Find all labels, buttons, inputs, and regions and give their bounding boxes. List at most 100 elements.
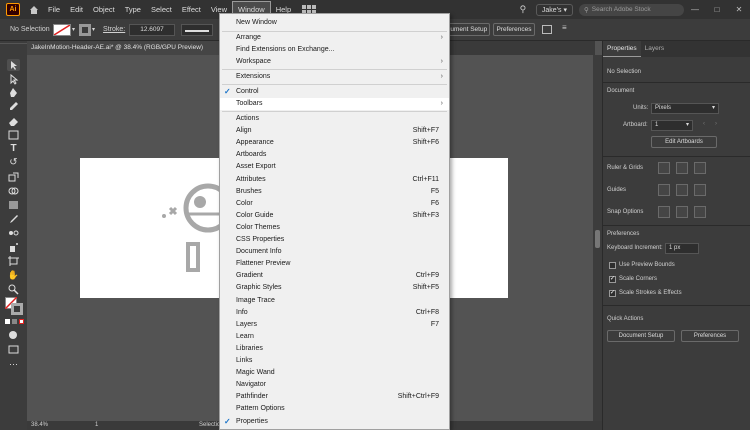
home-icon[interactable]: [25, 5, 43, 15]
menu-item-new-window[interactable]: New Window: [220, 17, 449, 29]
maximize-icon[interactable]: □: [706, 5, 728, 14]
brush-tool-icon[interactable]: [7, 101, 20, 113]
panel-document-setup-button[interactable]: Document Setup: [607, 330, 675, 342]
variable-width-profile[interactable]: [181, 23, 214, 36]
stroke-dropdown-icon[interactable]: ▾: [92, 26, 95, 33]
blend-tool-icon[interactable]: [7, 227, 20, 239]
menu-item-libraries[interactable]: Libraries: [220, 343, 449, 355]
eyedropper-tool-icon[interactable]: [7, 213, 20, 225]
menu-item-extensions[interactable]: Extensions ›: [220, 71, 449, 83]
draw-mode-icon[interactable]: [7, 329, 20, 341]
show-guides-icon[interactable]: [658, 184, 670, 196]
grid-icon[interactable]: [676, 162, 688, 174]
scale-tool-icon[interactable]: [7, 171, 20, 183]
hand-tool-icon[interactable]: ✋: [7, 269, 20, 281]
snap-to-pixel-icon[interactable]: [694, 206, 706, 218]
next-artboard-icon[interactable]: ›: [715, 121, 717, 127]
menu-item-links[interactable]: Links: [220, 355, 449, 367]
control-more-icon[interactable]: ≡: [562, 23, 567, 32]
stock-search-input[interactable]: ⚲ Search Adobe Stock: [579, 3, 684, 16]
direct-selection-tool-icon[interactable]: [7, 73, 20, 85]
vertical-scrollbar[interactable]: [593, 55, 602, 421]
color-mode-icons[interactable]: [5, 319, 24, 324]
symbol-sprayer-tool-icon[interactable]: [7, 241, 20, 253]
menu-item-workspace[interactable]: Workspace ›: [220, 56, 449, 68]
preferences-button[interactable]: Preferences: [493, 23, 535, 36]
pen-tool-icon[interactable]: [7, 87, 20, 99]
menu-edit[interactable]: Edit: [65, 0, 88, 19]
menu-item-info[interactable]: Info Ctrl+F8: [220, 307, 449, 319]
rectangle-tool-icon[interactable]: [7, 129, 20, 141]
menu-item-pattern-options[interactable]: Pattern Options: [220, 403, 449, 415]
menu-select[interactable]: Select: [146, 0, 177, 19]
use-preview-bounds-checkbox[interactable]: [609, 262, 616, 269]
menu-item-brushes[interactable]: Brushes F5: [220, 186, 449, 198]
menu-item-pathfinder[interactable]: Pathfinder Shift+Ctrl+F9: [220, 391, 449, 403]
menu-effect[interactable]: Effect: [177, 0, 206, 19]
document-tab[interactable]: JakeInMotion-Header-AE.ai* @ 38.4% (RGB/…: [27, 41, 220, 55]
menu-item-arrange[interactable]: Arrange ›: [220, 32, 449, 44]
stroke-indicator-icon[interactable]: [11, 303, 23, 315]
gradient-tool-icon[interactable]: [7, 199, 20, 211]
snap-to-point-icon[interactable]: [658, 206, 670, 218]
zoom-level[interactable]: 38.4%: [31, 422, 48, 428]
menu-item-color[interactable]: Color F6: [220, 198, 449, 210]
menu-item-css-properties[interactable]: CSS Properties: [220, 234, 449, 246]
menu-item-appearance[interactable]: Appearance Shift+F6: [220, 137, 449, 149]
previous-artboard-icon[interactable]: ‹: [703, 121, 705, 127]
menu-item-color-themes[interactable]: Color Themes: [220, 222, 449, 234]
smart-guides-icon[interactable]: [694, 184, 706, 196]
menu-file[interactable]: File: [43, 0, 65, 19]
keyboard-increment-input[interactable]: 1 px: [665, 243, 699, 254]
edit-artboards-button[interactable]: Edit Artboards: [651, 136, 717, 148]
menu-item-actions[interactable]: Actions: [220, 113, 449, 125]
menu-item-navigator[interactable]: Navigator: [220, 379, 449, 391]
scale-strokes-checkbox[interactable]: ✓: [609, 290, 616, 297]
artboard-tool-icon[interactable]: [7, 255, 20, 267]
menu-item-learn[interactable]: Learn: [220, 331, 449, 343]
edit-toolbar-icon[interactable]: ⋯: [7, 359, 20, 371]
menu-item-magic-wand[interactable]: Magic Wand: [220, 367, 449, 379]
screen-mode-icon[interactable]: [7, 343, 20, 355]
scale-corners-checkbox[interactable]: ✓: [609, 276, 616, 283]
menu-type[interactable]: Type: [120, 0, 146, 19]
menu-item-attributes[interactable]: Attributes Ctrl+F11: [220, 174, 449, 186]
lock-guides-icon[interactable]: [676, 184, 688, 196]
arrange-documents-icon[interactable]: [542, 25, 552, 34]
menu-item-properties[interactable]: ✓ Properties: [220, 416, 449, 428]
rulers-icon[interactable]: [658, 162, 670, 174]
stroke-swatch[interactable]: [79, 23, 92, 36]
menu-item-asset-export[interactable]: Asset Export: [220, 161, 449, 173]
menu-item-find-extensions[interactable]: Find Extensions on Exchange...: [220, 44, 449, 56]
stroke-weight-input[interactable]: 12.6097: [129, 23, 176, 36]
menu-item-control[interactable]: ✓ Control: [220, 86, 449, 98]
menu-item-document-info[interactable]: Document Info: [220, 246, 449, 258]
menu-item-artboards[interactable]: Artboards: [220, 149, 449, 161]
menu-object[interactable]: Object: [88, 0, 120, 19]
account-dropdown[interactable]: Jake's ▾: [535, 3, 573, 16]
eraser-tool-icon[interactable]: [7, 115, 20, 127]
menu-item-toolbars[interactable]: Toolbars ›: [220, 98, 449, 110]
menu-item-flattener-preview[interactable]: Flattener Preview: [220, 258, 449, 270]
lightbulb-icon[interactable]: ⚲: [516, 4, 530, 15]
toolbar-grip[interactable]: [0, 43, 27, 47]
close-icon[interactable]: ✕: [728, 5, 750, 14]
scrollbar-thumb[interactable]: [595, 230, 600, 248]
transparency-grid-icon[interactable]: [694, 162, 706, 174]
tab-properties[interactable]: Properties: [603, 41, 641, 57]
fill-swatch[interactable]: [53, 23, 71, 36]
type-tool-icon[interactable]: T: [7, 143, 20, 155]
selection-tool-icon[interactable]: [7, 59, 20, 71]
menu-item-image-trace[interactable]: Image Trace: [220, 295, 449, 307]
fill-stroke-indicator[interactable]: [5, 297, 23, 315]
menu-item-graphic-styles[interactable]: Graphic Styles Shift+F5: [220, 282, 449, 294]
snap-to-grid-icon[interactable]: [676, 206, 688, 218]
menu-item-gradient[interactable]: Gradient Ctrl+F9: [220, 270, 449, 282]
panel-preferences-button[interactable]: Preferences: [681, 330, 739, 342]
rotate-tool-icon[interactable]: ↺: [7, 157, 20, 169]
tab-layers[interactable]: Layers: [641, 41, 669, 57]
zoom-tool-icon[interactable]: [7, 283, 20, 295]
menu-item-align[interactable]: Align Shift+F7: [220, 125, 449, 137]
artboard-select[interactable]: 1 ▾: [651, 120, 693, 131]
units-select[interactable]: Pixels ▾: [651, 103, 719, 114]
